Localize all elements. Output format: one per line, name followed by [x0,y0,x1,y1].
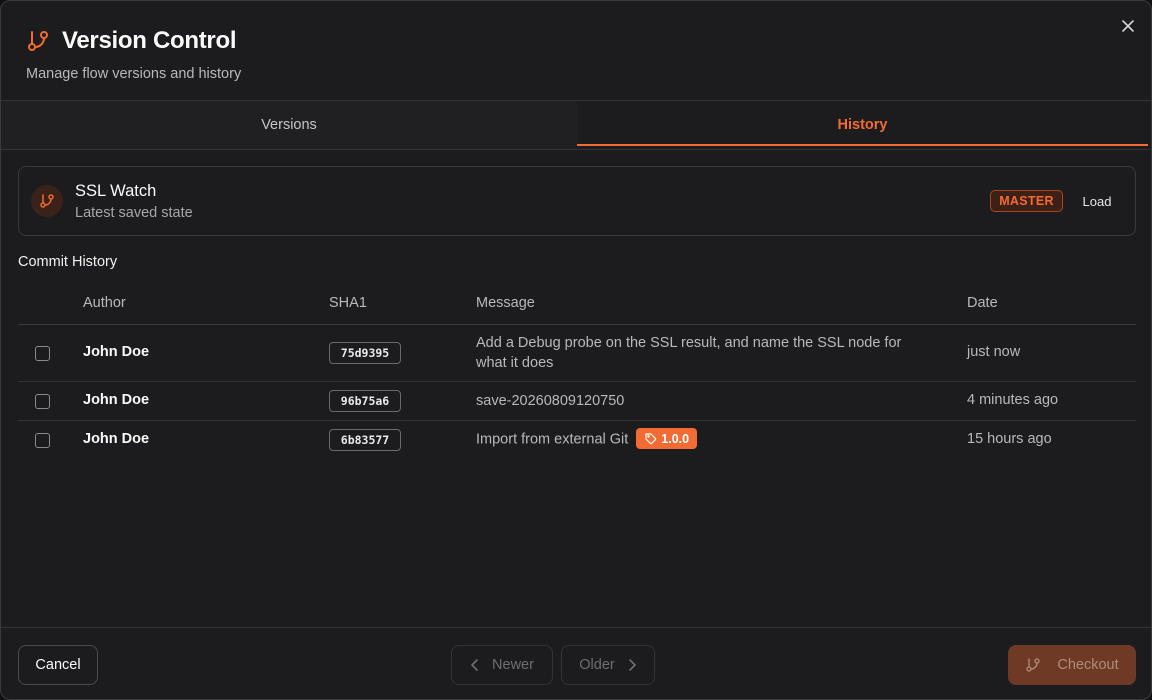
dialog-title: Version Control [62,27,237,54]
commit-message: Add a Debug probe on the SSL result, and… [476,333,901,373]
row-checkbox[interactable] [35,433,50,448]
newer-label: Newer [492,657,534,673]
flow-name: SSL Watch [75,182,157,200]
newer-button[interactable]: Newer [451,645,553,685]
tab-history[interactable]: History [577,101,1148,149]
older-button[interactable]: Older [561,645,655,685]
commit-message: Import from external Git 1.0.0 [476,428,698,450]
row-checkbox[interactable] [35,394,50,409]
chevron-right-icon [628,659,636,671]
table-row[interactable]: John Doe 75d9395 Add a Debug probe on th… [18,325,1136,382]
checkout-label: Checkout [1057,657,1119,673]
commit-message-line: Add a Debug probe on the SSL result, and… [476,335,902,351]
table-row[interactable]: John Doe 96b75a6 save-20260809120750 4 m… [18,382,1136,421]
commit-history-title: Commit History [18,254,118,270]
flow-description: Latest saved state [75,205,193,221]
cancel-button[interactable]: Cancel [18,645,98,685]
dialog-header: Version Control Manage flow versions and… [1,1,1151,101]
tab-versions[interactable]: Versions [1,101,577,149]
version-tag-badge: 1.0.0 [636,428,698,449]
column-author: Author [83,295,126,311]
tab-bar: Versions History [1,101,1151,150]
dialog-footer: Cancel Newer Older Checkout [1,627,1151,699]
commit-author: John Doe [83,392,150,408]
commit-message-text: Import from external Git [476,431,629,448]
commit-author: John Doe [83,431,150,447]
table-header: Author SHA1 Message Date [18,284,1136,325]
version-control-dialog: Version Control Manage flow versions and… [0,0,1152,700]
dialog-subtitle: Manage flow versions and history [26,66,242,82]
commit-sha: 6b83577 [329,429,401,451]
commit-message-line: what it does [476,355,554,371]
table-row[interactable]: John Doe 6b83577 Import from external Gi… [18,421,1136,460]
commit-date: 15 hours ago [967,431,1052,447]
commit-date: 4 minutes ago [967,392,1059,408]
column-sha1: SHA1 [329,295,367,311]
close-button[interactable] [1117,15,1139,37]
close-icon [1122,20,1134,32]
commit-message: save-20260809120750 [476,393,625,409]
column-date: Date [967,295,998,311]
flow-card: SSL Watch Latest saved state MASTER Load [18,166,1136,236]
checkout-button[interactable]: Checkout [1008,645,1136,685]
version-tag-label: 1.0.0 [661,431,690,446]
commit-table: Author SHA1 Message Date John Doe 75d939… [18,284,1136,460]
chevron-left-icon [471,659,478,671]
older-label: Older [579,657,615,673]
git-branch-icon [40,194,54,208]
git-branch-icon [26,29,50,53]
load-button[interactable]: Load [1074,190,1120,212]
git-branch-icon [1026,658,1041,672]
commit-sha: 96b75a6 [329,390,401,412]
commit-author: John Doe [83,344,150,360]
branch-badge: MASTER [990,190,1063,212]
tag-icon [645,432,657,444]
commit-date: just now [967,344,1021,360]
flow-avatar [31,185,63,217]
commit-sha: 75d9395 [329,342,401,364]
row-checkbox[interactable] [35,346,50,361]
column-message: Message [476,295,535,311]
